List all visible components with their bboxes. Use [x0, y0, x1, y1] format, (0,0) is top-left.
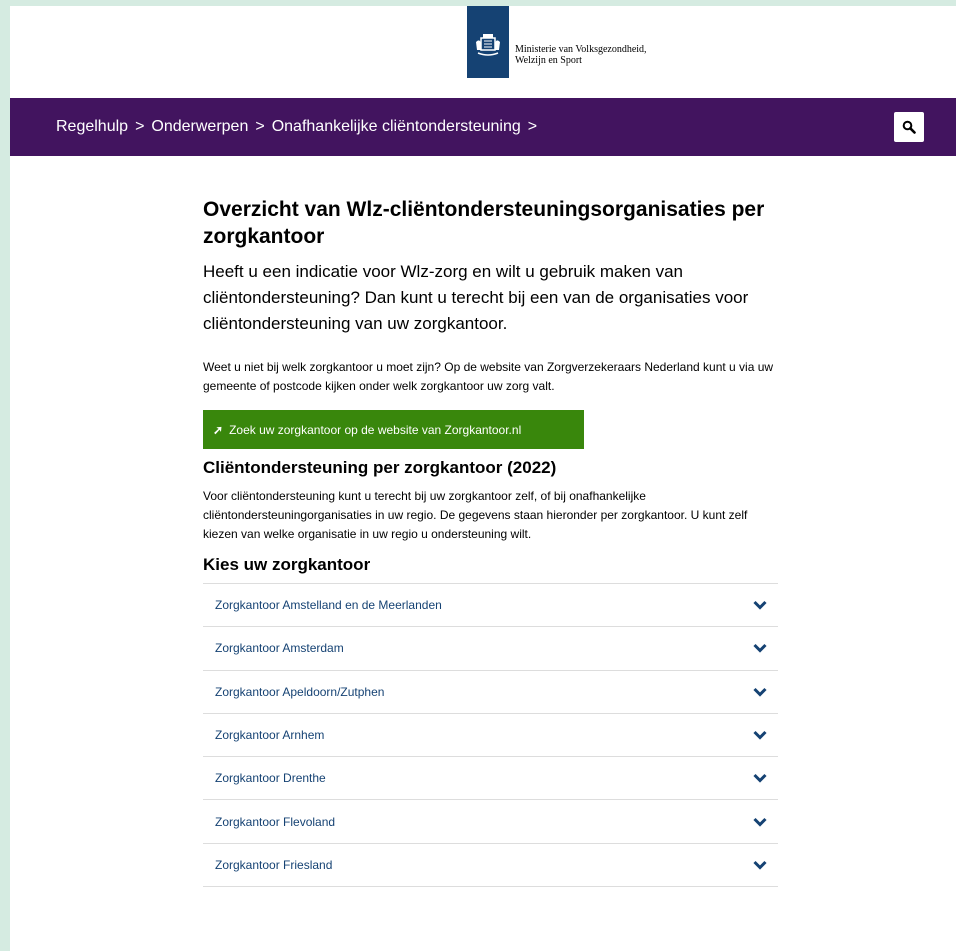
breadcrumb: Regelhulp > Onderwerpen > Onafhankelijke… [56, 98, 544, 156]
accordion-item[interactable]: Zorgkantoor Arnhem [203, 714, 778, 758]
accordion-item[interactable]: Zorgkantoor Amsterdam [203, 627, 778, 671]
logo-emblem-icon [467, 6, 509, 78]
accordion-item-label: Zorgkantoor Friesland [215, 857, 333, 872]
ministry-logo[interactable]: Ministerie van Volksgezondheid, Welzijn … [467, 6, 647, 78]
logo-line-2: Welzijn en Sport [515, 55, 582, 66]
accordion-item-label: Zorgkantoor Apeldoorn/Zutphen [215, 684, 385, 699]
accordion-item-label: Zorgkantoor Amstelland en de Meerlanden [215, 598, 442, 613]
accordion-item[interactable]: Zorgkantoor Flevoland [203, 800, 778, 844]
intro-text: Weet u niet bij welk zorgkantoor u moet … [203, 360, 774, 393]
zorgkantoor-search-button[interactable]: ➚ Zoek uw zorgkantoor op de website van … [203, 410, 584, 449]
cta-label: Zoek uw zorgkantoor op de website van Zo… [229, 422, 522, 437]
chevron-down-icon [752, 814, 768, 830]
zorgkantoor-accordion: Zorgkantoor Amstelland en de Meerlanden … [203, 583, 778, 888]
chevron-down-icon [752, 640, 768, 656]
section-title: Cliëntondersteuning per zorgkantoor (202… [203, 458, 557, 477]
choose-title: Kies uw zorgkantoor [203, 555, 371, 574]
chevron-down-icon [752, 597, 768, 613]
lead-text: Heeft u een indicatie voor Wlz-zorg en w… [203, 262, 749, 333]
breadcrumb-onderwerpen[interactable]: Onderwerpen [151, 118, 248, 136]
section-text: Voor cliëntondersteuning kunt u terecht … [203, 489, 748, 541]
accordion-item[interactable]: Zorgkantoor Drenthe [203, 757, 778, 801]
breadcrumb-regelhulp[interactable]: Regelhulp [56, 118, 128, 136]
breadcrumb-clientondersteuning[interactable]: Onafhankelijke cliëntondersteuning [272, 118, 521, 136]
nav-bar: Regelhulp > Onderwerpen > Onafhankelijke… [10, 98, 956, 156]
accordion-item-label: Zorgkantoor Drenthe [215, 771, 326, 786]
logo-text: Ministerie van Volksgezondheid, Welzijn … [515, 44, 647, 66]
chevron-down-icon [752, 684, 768, 700]
accordion-item-label: Zorgkantoor Arnhem [215, 728, 325, 743]
accordion-item[interactable]: Zorgkantoor Apeldoorn/Zutphen [203, 671, 778, 714]
page: Ministerie van Volksgezondheid, Welzijn … [10, 6, 956, 951]
accordion-item-label: Zorgkantoor Flevoland [215, 814, 336, 829]
chevron-down-icon [752, 857, 768, 873]
search-button[interactable] [894, 112, 924, 142]
logo-line-1: Ministerie van Volksgezondheid, [515, 44, 647, 55]
breadcrumb-separator: > [527, 118, 538, 135]
accordion-item-label: Zorgkantoor Amsterdam [215, 641, 344, 656]
page-title: Overzicht van Wlz-cliëntondersteuningsor… [203, 198, 765, 248]
breadcrumb-separator: > [255, 118, 265, 135]
external-arrow-icon: ➚ [213, 422, 224, 437]
search-icon [902, 120, 916, 134]
breadcrumb-separator: > [135, 118, 145, 135]
accordion-item[interactable]: Zorgkantoor Amstelland en de Meerlanden [203, 584, 778, 628]
accordion-item[interactable]: Zorgkantoor Friesland [203, 844, 778, 888]
chevron-down-icon [752, 770, 768, 786]
main-content: Overzicht van Wlz-cliëntondersteuningsor… [203, 196, 778, 888]
chevron-down-icon [752, 727, 768, 743]
